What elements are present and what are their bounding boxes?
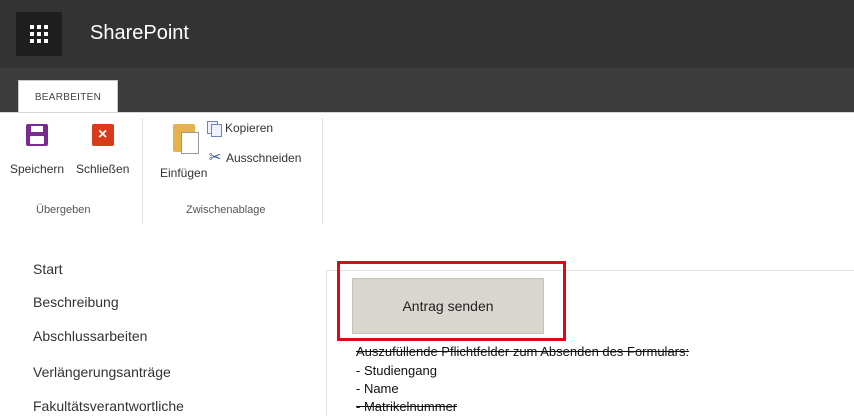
cut-button[interactable]: ✂ Ausschneiden — [207, 149, 302, 166]
close-button-label: Schließen — [76, 162, 130, 176]
content-border — [326, 270, 327, 416]
copy-icon — [207, 121, 222, 137]
app-launcher-grid — [30, 25, 48, 43]
required-field-item: - Studiengang — [356, 363, 437, 378]
clipboard-icon — [172, 124, 199, 154]
paste-button[interactable]: Einfügen — [160, 124, 207, 180]
save-icon — [26, 124, 49, 146]
app-title[interactable]: SharePoint — [90, 22, 189, 45]
save-button-label: Speichern — [10, 162, 65, 176]
close-button[interactable]: × Schließen — [76, 122, 129, 176]
required-field-item: - Name — [356, 381, 399, 396]
ribbon-group-divider — [142, 118, 143, 224]
nav-item-verlaengerungsantraege[interactable]: Verlängerungsanträge — [33, 364, 171, 380]
ribbon-tab-strip — [0, 68, 854, 112]
close-icon: × — [91, 124, 114, 146]
ribbon-group-divider — [322, 118, 323, 224]
copy-button[interactable]: Kopieren — [207, 121, 274, 137]
scissors-icon: ✂ — [208, 149, 222, 166]
group-label-commit: Übergeben — [36, 204, 91, 216]
tab-bearbeiten[interactable]: BEARBEITEN — [18, 80, 118, 114]
highlight-box — [337, 261, 566, 341]
nav-item-abschlussarbeiten[interactable]: Abschlussarbeiten — [33, 328, 147, 344]
paste-button-label: Einfügen — [160, 166, 208, 180]
nav-item-fakultaetsverantwortliche[interactable]: Fakultätsverantwortliche — [33, 398, 184, 414]
waffle-icon[interactable] — [16, 12, 62, 56]
suite-bar: SharePoint — [0, 0, 854, 68]
nav-item-start[interactable]: Start — [33, 261, 63, 277]
save-button[interactable]: Speichern — [10, 122, 64, 176]
required-fields-heading: Auszufüllende Pflichtfelder zum Absenden… — [356, 344, 690, 359]
copy-button-label: Kopieren — [225, 121, 274, 135]
required-field-item: - Matrikelnummer — [356, 399, 458, 414]
nav-item-beschreibung[interactable]: Beschreibung — [33, 294, 119, 310]
cut-button-label: Ausschneiden — [226, 151, 302, 165]
group-label-clipboard: Zwischenablage — [186, 204, 266, 216]
